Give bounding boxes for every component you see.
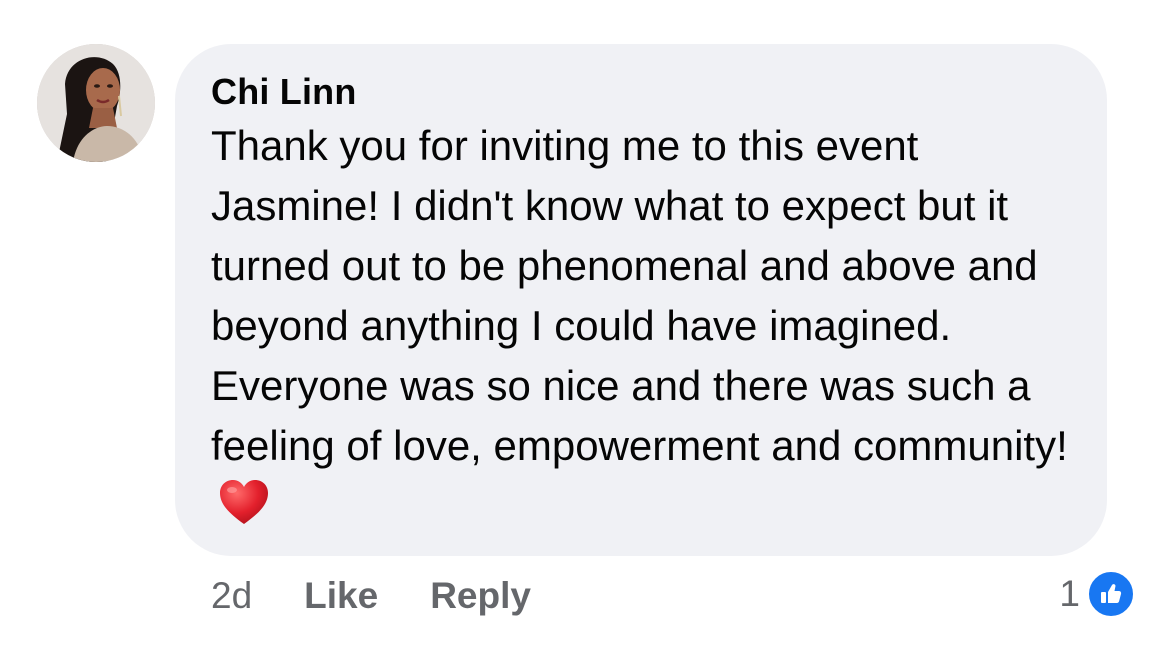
- comment-actions: 2d Like Reply: [211, 573, 531, 619]
- reaction-count: 1: [1059, 573, 1080, 614]
- comment-body: Thank you for inviting me to this event …: [211, 116, 1091, 536]
- comment-bubble: Chi Linn Thank you for inviting me to th…: [175, 44, 1107, 556]
- timestamp[interactable]: 2d: [211, 575, 252, 617]
- profile-photo-icon: [37, 44, 155, 162]
- comment-container: Chi Linn Thank you for inviting me to th…: [0, 0, 1170, 659]
- reply-button[interactable]: Reply: [430, 575, 531, 617]
- red-heart-icon: [220, 480, 268, 524]
- author-name[interactable]: Chi Linn: [211, 72, 1077, 112]
- like-button[interactable]: Like: [304, 575, 378, 617]
- thumbs-up-icon: [1086, 569, 1136, 619]
- avatar[interactable]: [37, 44, 155, 162]
- reaction-summary[interactable]: 1: [1059, 568, 1136, 620]
- comment-text: Thank you for inviting me to this event …: [211, 122, 1068, 469]
